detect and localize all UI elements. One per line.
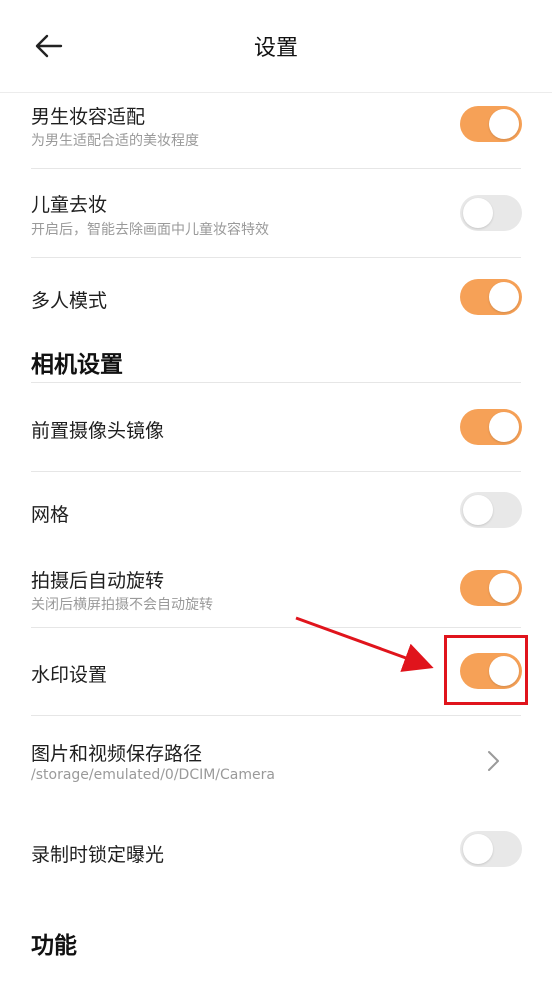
- setting-save-path[interactable]: 图片和视频保存路径 /storage/emulated/0/DCIM/Camer…: [31, 737, 521, 797]
- male-makeup-toggle[interactable]: [460, 106, 522, 142]
- setting-male-makeup: 男生妆容适配 为男生适配合适的美妆程度: [31, 100, 521, 168]
- toggle-knob: [489, 282, 519, 312]
- section-title-function: 功能: [31, 933, 77, 959]
- header: 设置: [0, 0, 552, 93]
- toggle-knob: [463, 198, 493, 228]
- multi-person-mode-toggle[interactable]: [460, 279, 522, 315]
- setting-label: 录制时锁定曝光: [31, 844, 165, 866]
- chevron-right-icon[interactable]: [484, 749, 504, 773]
- setting-label: 网格: [31, 504, 70, 526]
- setting-multi-person-mode: 多人模式: [31, 284, 521, 324]
- toggle-knob: [463, 834, 493, 864]
- divider: [31, 382, 521, 383]
- divider: [31, 168, 521, 169]
- setting-child-makeup-removal: 儿童去妆 开启后，智能去除画面中儿童妆容特效: [31, 188, 521, 256]
- setting-label: 水印设置: [31, 664, 108, 686]
- divider: [31, 715, 521, 716]
- front-camera-mirror-toggle[interactable]: [460, 409, 522, 445]
- setting-description: 开启后，智能去除画面中儿童妆容特效: [31, 222, 269, 238]
- divider: [31, 627, 521, 628]
- save-path-value: /storage/emulated/0/DCIM/Camera: [31, 767, 275, 783]
- grid-toggle[interactable]: [460, 492, 522, 528]
- section-title-camera: 相机设置: [31, 352, 123, 378]
- toggle-knob: [463, 495, 493, 525]
- toggle-knob: [489, 412, 519, 442]
- auto-rotate-toggle[interactable]: [460, 570, 522, 606]
- setting-description: 为男生适配合适的美妆程度: [31, 133, 199, 149]
- setting-description: 关闭后横屏拍摄不会自动旋转: [31, 597, 213, 613]
- page-title: 设置: [253, 36, 298, 61]
- toggle-knob: [489, 573, 519, 603]
- setting-grid: 网格: [31, 498, 521, 538]
- divider: [31, 471, 521, 472]
- toggle-knob: [489, 109, 519, 139]
- setting-label: 男生妆容适配: [31, 106, 146, 128]
- setting-label: 前置摄像头镜像: [31, 420, 165, 442]
- lock-exposure-toggle[interactable]: [460, 831, 522, 867]
- setting-lock-exposure: 录制时锁定曝光: [31, 838, 521, 878]
- setting-label: 儿童去妆: [31, 194, 108, 216]
- setting-auto-rotate: 拍摄后自动旋转 关闭后横屏拍摄不会自动旋转: [31, 564, 521, 624]
- child-makeup-removal-toggle[interactable]: [460, 195, 522, 231]
- annotation-highlight-box: [444, 635, 528, 705]
- setting-front-camera-mirror: 前置摄像头镜像: [31, 414, 521, 454]
- setting-label: 拍摄后自动旋转: [31, 570, 165, 592]
- setting-label: 多人模式: [31, 290, 108, 312]
- divider: [31, 257, 521, 258]
- setting-label: 图片和视频保存路径: [31, 743, 203, 765]
